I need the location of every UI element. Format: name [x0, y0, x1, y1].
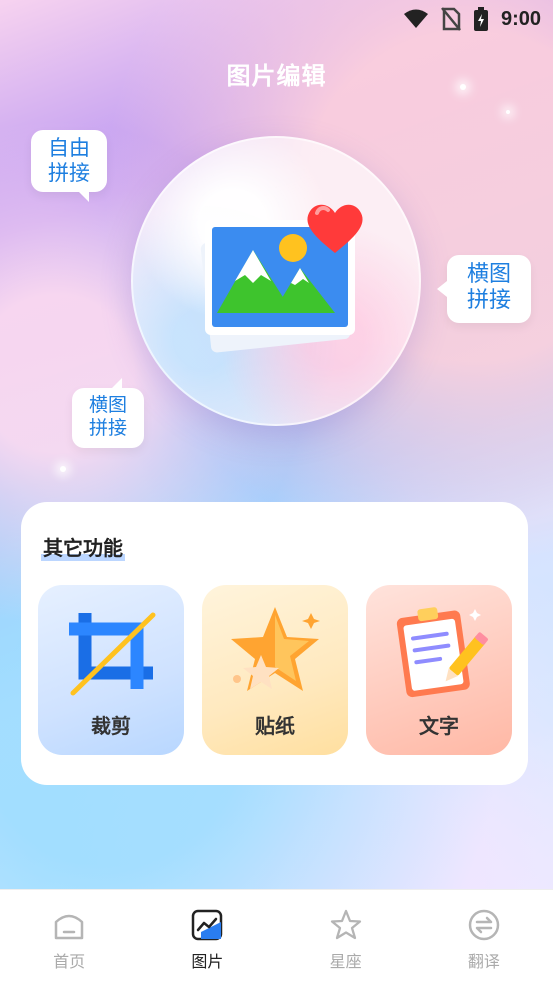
page-title: 图片编辑 [226, 62, 327, 90]
screen: 9:00 图片编辑 自由 拼接 横图 拼接 横图 拼接 其它功能 裁剪 贴纸 文… [0, 0, 553, 983]
text-tile[interactable]: 文字 [366, 585, 512, 755]
nav-item-image[interactable]: 图片 [138, 890, 276, 983]
sparkle-decoration [60, 466, 66, 472]
star-icon [330, 909, 361, 940]
bottom-nav: 首页 图片 星座 翻译 [0, 889, 553, 983]
status-time: 9:00 [500, 7, 541, 30]
clipboard-pencil-icon [396, 607, 488, 698]
horizontal-collage-tag-2[interactable]: 横图 拼接 [72, 378, 144, 448]
image-heart-icon [200, 204, 363, 353]
home-icon [54, 914, 84, 940]
nav-item-zodiac[interactable]: 星座 [277, 890, 415, 983]
star-sticker-icon [231, 607, 320, 691]
crop-tile[interactable]: 裁剪 [38, 585, 184, 755]
crop-label: 裁剪 [91, 714, 131, 738]
battery-charging-icon [473, 7, 488, 31]
wifi-icon [403, 9, 428, 28]
text-label: 文字 [419, 714, 459, 738]
tag-line: 自由 [48, 136, 90, 160]
tag-line: 拼接 [466, 288, 511, 314]
nav-label-home: 首页 [53, 952, 86, 971]
nav-label-translate: 翻译 [467, 952, 500, 971]
no-sim-icon [441, 7, 461, 31]
other-features-title: 其它功能 [41, 532, 125, 561]
tag-line: 横图 [88, 394, 127, 416]
free-collage-tag[interactable]: 自由 拼接 [31, 130, 107, 202]
sticker-label: 贴纸 [255, 714, 295, 738]
sparkle-decoration [460, 84, 466, 90]
tag-line: 拼接 [88, 416, 127, 439]
sparkle-decoration [506, 110, 510, 114]
tag-line: 拼接 [48, 161, 90, 186]
sticker-tile[interactable]: 贴纸 [202, 585, 348, 755]
other-features-card: 其它功能 裁剪 贴纸 文字 [21, 502, 528, 785]
horizontal-collage-tag[interactable]: 横图 拼接 [437, 255, 531, 323]
nav-label-image: 图片 [191, 952, 224, 971]
exchange-icon [468, 909, 500, 941]
crop-icon [69, 612, 156, 696]
nav-label-zodiac: 星座 [329, 952, 362, 971]
status-bar: 9:00 [0, 0, 553, 38]
image-chart-icon [192, 909, 223, 941]
nav-item-home[interactable]: 首页 [0, 890, 138, 983]
tag-line: 横图 [466, 262, 511, 287]
nav-item-translate[interactable]: 翻译 [415, 890, 553, 983]
